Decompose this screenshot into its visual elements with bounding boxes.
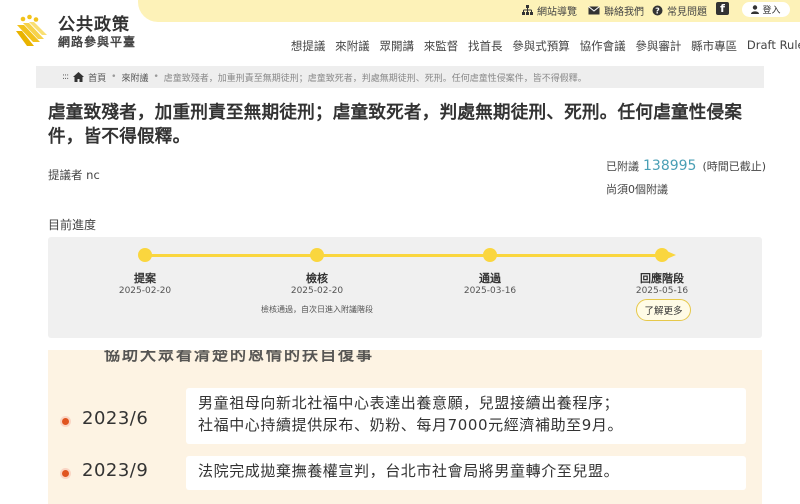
stage-name: 檢核 [306,272,328,285]
timeline-card: 法院完成拋棄撫養權宣判，台北市社會局將男童轉介至兒盟。 [186,456,746,490]
timeline-card: 男童祖母向新北社福中心表達出養意願，兒盟接續出養程序； 社福中心持續提供尿布、奶… [186,388,746,444]
breadcrumb: ::: 首頁 • 來附議 • 虐童致殘者，加重刑責至無期徒刑；虐童致死者，判處無… [36,66,764,88]
sitemap-link[interactable]: 網站導覽 [522,3,577,18]
stage-date: 2025-05-16 [635,286,689,296]
breadcrumb-section[interactable]: 來附議 [121,71,148,84]
stage-dot-approved [483,248,497,262]
stage-name: 通過 [479,272,501,285]
nav-item-monitor[interactable]: 來監督 [419,38,463,54]
stage-date: 2025-03-16 [463,286,517,296]
stage-dot-review [310,248,324,262]
main-nav: 想提議 來附議 眾開講 來監督 找首長 參與式預算 協作會議 參與審計 縣市專區… [286,38,800,54]
breadcrumb-current: 虐童致殘者，加重刑責至無期徒刑；虐童致死者，判處無期徒刑、死刑。任何虐童性侵案件… [163,73,587,84]
faq-link[interactable]: ? 常見問題 [652,3,707,18]
signature-status: (時間已截止) [702,160,767,173]
nav-item-endorse[interactable]: 來附議 [330,38,374,54]
nav-item-draft-rules[interactable]: Draft Rules [742,38,800,54]
page-title: 虐童致殘者，加重刑責至無期徒刑；虐童致死者，判處無期徒刑、死刑。任何虐童性侵案件… [48,103,743,147]
stage-date: 2025-02-20 [290,286,344,296]
nav-item-discuss[interactable]: 眾開講 [375,38,419,54]
progress-heading: 目前進度 [48,218,97,232]
nav-item-cities[interactable]: 縣市專區 [686,38,742,54]
stage-dot-proposal [138,248,152,262]
proposal-image: 協助大眾看清楚的恩情的扶自復事 2023/6 男童祖母向新北社福中心表達出養意願… [48,350,762,504]
facebook-icon[interactable]: f [716,2,729,15]
nav-item-audit[interactable]: 參與審計 [630,38,686,54]
image-cut-heading: 協助大眾看清楚的恩情的扶自復事 [104,350,375,364]
user-icon [751,5,760,14]
mail-icon [588,5,600,15]
nav-item-propose[interactable]: 想提議 [286,38,330,54]
site-name[interactable]: 公共政策 [58,10,130,35]
site-subtitle[interactable]: 網路參與平臺 [58,33,136,50]
timeline-bullet-icon [62,418,69,425]
signature-number: 138995 [643,158,697,174]
signature-prefix: 已附議 [606,160,639,173]
sitemap-label: 網站導覽 [537,6,577,18]
signatures-needed: 尚須0個附議 [606,183,668,196]
stage-name: 回應階段 [640,272,684,285]
login-button[interactable]: 登入 [742,2,790,17]
progress-track [144,254,664,257]
site-logo-icon[interactable] [14,13,48,49]
stage-note: 檢核通過，自次日進入附議階段 [261,305,373,314]
login-label: 登入 [762,6,781,16]
svg-text:?: ? [655,6,660,15]
nav-item-meetings[interactable]: 協作會議 [575,38,631,54]
breadcrumb-home[interactable]: 首頁 [88,71,106,84]
timeline-text: 法院完成拋棄撫養權宣判，台北市社會局將男童轉介至兒盟。 [198,462,620,480]
timeline-year: 2023/6 [82,408,149,429]
breadcrumb-separator: • [153,72,159,82]
proposer: 提議者 nc [48,168,100,182]
question-icon: ? [652,5,663,16]
timeline-text: 男童祖母向新北社福中心表達出養意願，兒盟接續出養程序； [198,394,620,412]
timeline-year: 2023/9 [82,460,149,481]
sitemap-icon [522,5,533,15]
accesskey-anchor[interactable]: ::: [62,72,69,82]
site-header: 公共政策 網路參與平臺 網站導覽 聯絡我們 ? 常見問題 f 登入 想提議 來附… [0,0,800,62]
stage-name: 提案 [134,272,156,285]
faq-label: 常見問題 [667,6,707,18]
timeline-text: 社福中心持續提供尿布、奶粉、每月7000元經濟補助至9月。 [198,416,624,434]
contact-link[interactable]: 聯絡我們 [588,3,644,18]
contact-label: 聯絡我們 [604,6,644,18]
stage-dot-response [655,248,669,262]
learn-more-button[interactable]: 了解更多 [636,299,691,321]
progress-panel: 提案 檢核 通過 回應階段 2025-02-20 2025-02-20 2025… [48,237,762,338]
timeline-bullet-icon [62,470,69,477]
breadcrumb-separator: • [111,72,117,82]
nav-item-officials[interactable]: 找首長 [463,38,507,54]
stage-date: 2025-02-20 [118,286,172,296]
home-icon[interactable] [73,72,85,82]
signature-count: 已附議 138995 (時間已截止) [606,158,766,174]
nav-item-budget[interactable]: 參與式預算 [507,38,574,54]
